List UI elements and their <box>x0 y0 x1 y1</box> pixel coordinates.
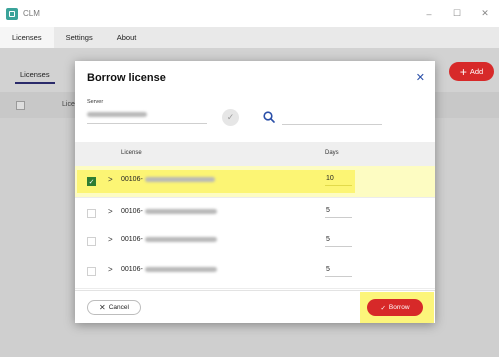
tab-about[interactable]: About <box>105 27 149 48</box>
license-row[interactable] <box>75 227 435 259</box>
minimize-button[interactable]: – <box>415 0 443 27</box>
maximize-button[interactable]: ☐ <box>443 0 471 27</box>
days-input[interactable]: 10 <box>325 171 352 186</box>
chevron-right-icon[interactable]: > <box>108 235 113 244</box>
dialog-title: Borrow license <box>87 72 166 84</box>
chevron-right-icon[interactable]: > <box>108 175 113 184</box>
tab-licenses[interactable]: Licenses <box>0 27 54 48</box>
redacted-license <box>144 237 217 242</box>
check-icon: ✓ <box>380 304 386 312</box>
redacted-server-value <box>87 112 147 117</box>
menu-bar: Licenses Settings About <box>0 27 499 48</box>
days-column-label: Days <box>325 150 339 156</box>
check-circle-icon[interactable]: ✓ <box>222 109 239 126</box>
license-prefix: 00106- <box>121 236 143 243</box>
subtab-licenses[interactable]: Licenses <box>15 66 55 84</box>
app-icon <box>6 7 18 20</box>
server-input[interactable] <box>87 106 207 124</box>
license-prefix: 00106- <box>121 208 143 215</box>
borrow-label: Borrow <box>388 304 410 311</box>
row-checkbox[interactable]: ✓ <box>87 177 96 186</box>
window-controls: – ☐ ✕ <box>415 0 499 27</box>
add-button-label: Add <box>469 67 484 76</box>
window-titlebar: CLM – ☐ ✕ <box>0 0 499 27</box>
redacted-license <box>144 177 215 182</box>
chevron-right-icon[interactable]: > <box>108 207 113 216</box>
close-icon: ✕ <box>99 303 106 312</box>
search-icon[interactable] <box>262 110 276 124</box>
days-input[interactable]: 5 <box>325 232 352 247</box>
chevron-right-icon[interactable]: > <box>108 265 113 274</box>
select-all-checkbox[interactable] <box>16 101 25 110</box>
license-id: 00106- <box>121 266 217 273</box>
tab-settings[interactable]: Settings <box>54 27 105 48</box>
cancel-label: Cancel <box>108 304 129 311</box>
search-input[interactable] <box>282 107 382 125</box>
add-button[interactable]: + Add <box>449 62 494 81</box>
redacted-license <box>144 267 217 272</box>
license-prefix: 00106- <box>121 266 143 273</box>
row-checkbox[interactable] <box>87 237 96 246</box>
license-column-label: License <box>121 150 142 156</box>
borrow-button[interactable]: ✓ Borrow <box>367 299 423 316</box>
plus-icon: + <box>459 64 467 79</box>
server-label: Server <box>87 99 104 105</box>
borrow-license-dialog: Borrow license ✕ Server ✓ License Days ✓… <box>75 61 435 323</box>
row-checkbox[interactable] <box>87 267 96 276</box>
license-id: 00106- <box>121 208 217 215</box>
license-prefix: 00106- <box>121 176 143 183</box>
close-icon[interactable]: ✕ <box>416 71 425 84</box>
license-row[interactable] <box>75 257 435 289</box>
redacted-license <box>144 209 217 214</box>
row-highlight <box>77 170 355 193</box>
license-id: 00106- <box>121 236 217 243</box>
days-input[interactable]: 5 <box>325 262 352 277</box>
row-checkbox[interactable] <box>87 209 96 218</box>
window-title: CLM <box>23 9 40 18</box>
days-input[interactable]: 5 <box>325 203 352 218</box>
window-close-button[interactable]: ✕ <box>471 0 499 27</box>
license-id: 00106- <box>121 176 215 183</box>
cancel-button[interactable]: ✕ Cancel <box>87 300 141 315</box>
